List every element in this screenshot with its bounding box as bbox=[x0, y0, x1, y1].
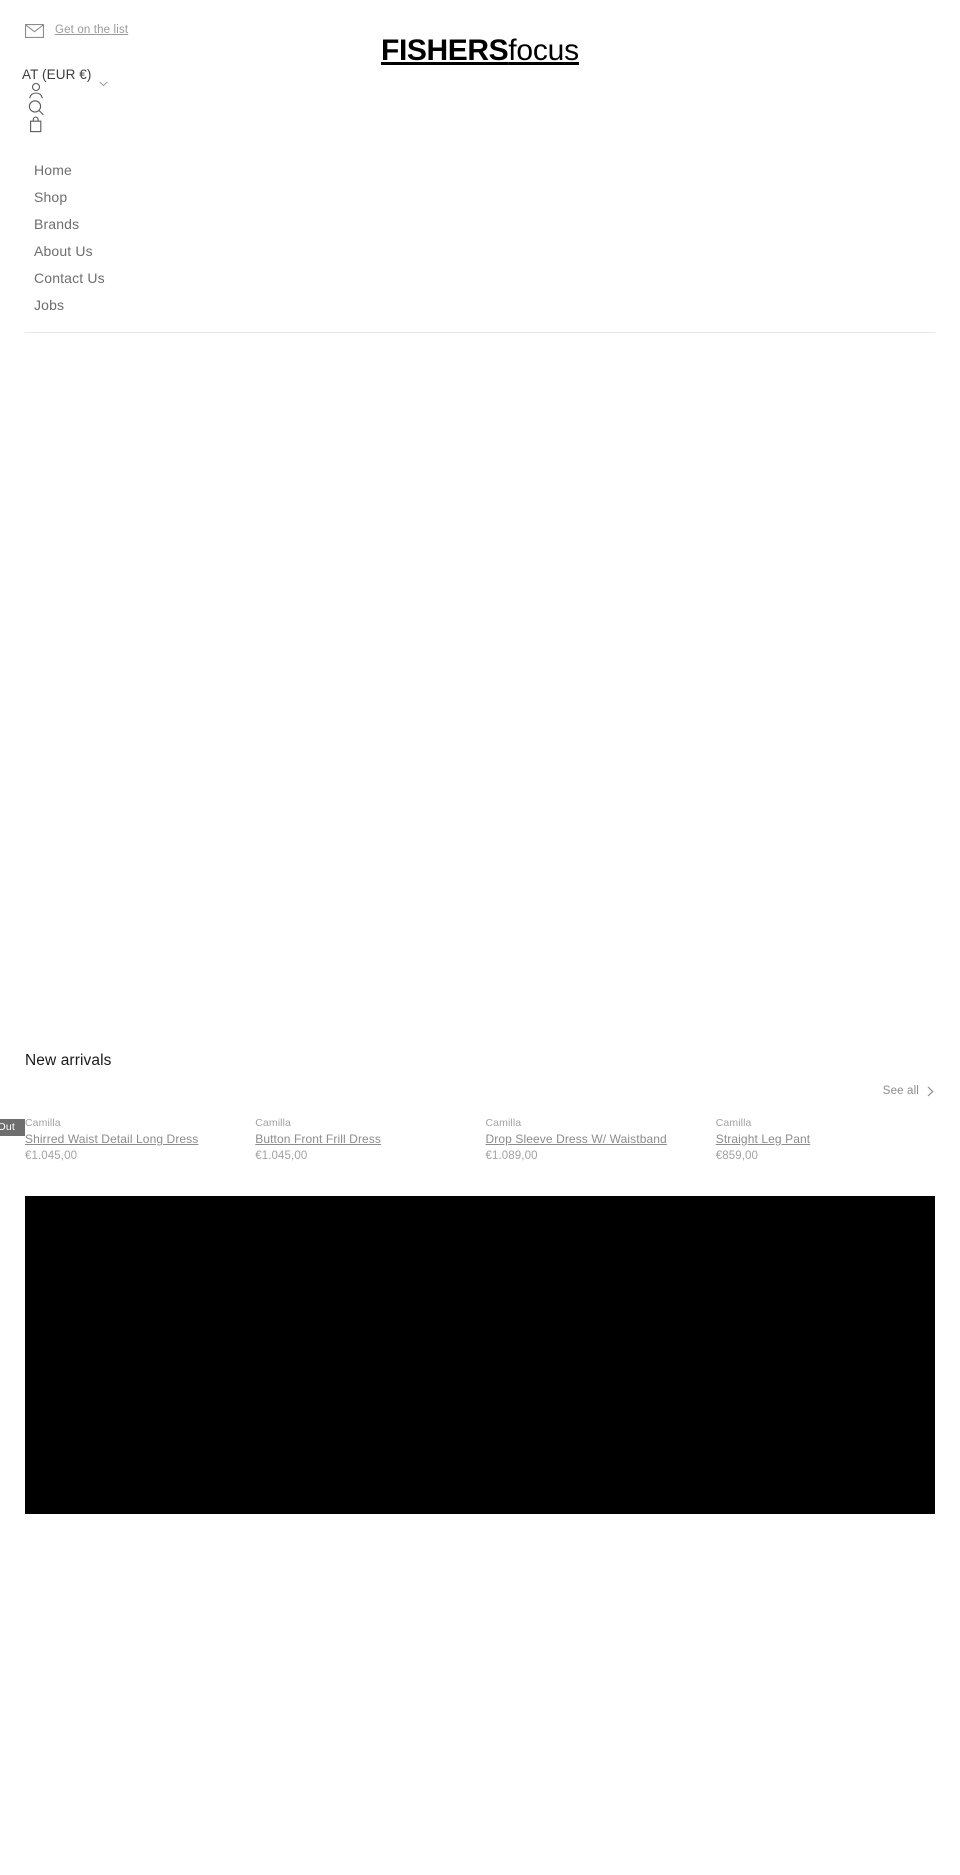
product-card[interactable]: Camilla Straight Leg Pant €859,00 bbox=[716, 1109, 935, 1164]
nav-link-brands[interactable]: Brands bbox=[25, 211, 935, 238]
see-all-label: See all bbox=[882, 1084, 919, 1097]
product-info: Camilla Button Front Frill Dress €1.045,… bbox=[255, 1109, 474, 1164]
new-arrivals-section: New arrivals See all Sold Out Camilla Sh… bbox=[0, 1048, 960, 1164]
nav-item-jobs[interactable]: Jobs bbox=[25, 292, 935, 319]
product-info: Camilla Straight Leg Pant €859,00 bbox=[716, 1109, 935, 1164]
product-title[interactable]: Straight Leg Pant bbox=[716, 1132, 810, 1146]
search-icon[interactable] bbox=[27, 99, 47, 116]
nav-list: Home Shop Brands About Us Contact Us Job… bbox=[25, 157, 935, 319]
video-banner[interactable] bbox=[25, 1196, 935, 1514]
nav-item-contact-us[interactable]: Contact Us bbox=[25, 265, 935, 292]
logo-bold-text: FISHERS bbox=[381, 34, 509, 67]
see-all-row: See all bbox=[25, 1084, 935, 1098]
bag-icon[interactable] bbox=[27, 116, 47, 133]
product-info: Camilla Drop Sleeve Dress W/ Waistband €… bbox=[486, 1109, 705, 1164]
product-card[interactable]: Sold Out Camilla Shirred Waist Detail Lo… bbox=[0, 1109, 244, 1164]
site-logo[interactable]: FISHERSfocus bbox=[0, 36, 960, 66]
product-price: €1.045,00 bbox=[255, 1150, 308, 1162]
product-price: €859,00 bbox=[715, 1150, 759, 1162]
nav-link-contact-us[interactable]: Contact Us bbox=[25, 265, 935, 292]
product-card[interactable]: Camilla Button Front Frill Dress €1.045,… bbox=[255, 1109, 474, 1164]
header-icon-rail bbox=[0, 82, 960, 133]
product-vendor: Camilla bbox=[25, 1117, 61, 1129]
product-card[interactable]: Camilla Drop Sleeve Dress W/ Waistband €… bbox=[486, 1109, 705, 1164]
product-grid: Sold Out Camilla Shirred Waist Detail Lo… bbox=[0, 1109, 935, 1164]
locale-label: AT (EUR €) bbox=[22, 66, 92, 82]
nav-item-brands[interactable]: Brands bbox=[25, 211, 935, 238]
product-vendor: Camilla bbox=[715, 1117, 752, 1129]
nav-item-home[interactable]: Home bbox=[25, 157, 935, 184]
nav-item-about-us[interactable]: About Us bbox=[25, 238, 935, 265]
nav-link-about-us[interactable]: About Us bbox=[25, 238, 935, 265]
chevron-down-icon bbox=[98, 74, 108, 87]
nav-link-home[interactable]: Home bbox=[25, 157, 935, 184]
user-icon[interactable] bbox=[27, 82, 47, 99]
product-title[interactable]: Shirred Waist Detail Long Dress bbox=[25, 1132, 198, 1146]
product-info: Camilla Shirred Waist Detail Long Dress … bbox=[25, 1109, 244, 1164]
logo-link[interactable]: FISHERSfocus bbox=[381, 36, 579, 66]
section-title: New arrivals bbox=[25, 1052, 112, 1069]
nav-link-shop[interactable]: Shop bbox=[25, 184, 935, 211]
product-vendor: Camilla bbox=[485, 1117, 522, 1129]
chevron-right-icon bbox=[927, 1086, 934, 1097]
hero-banner bbox=[0, 333, 960, 1048]
nav-item-shop[interactable]: Shop bbox=[25, 184, 935, 211]
product-vendor: Camilla bbox=[255, 1117, 291, 1129]
product-price: €1.089,00 bbox=[485, 1150, 538, 1162]
product-title[interactable]: Button Front Frill Dress bbox=[255, 1132, 381, 1146]
product-title[interactable]: Drop Sleeve Dress W/ Waistband bbox=[486, 1132, 667, 1146]
product-price: €1.045,00 bbox=[25, 1150, 78, 1162]
logo-light-text: focus bbox=[508, 34, 579, 67]
nav-link-jobs[interactable]: Jobs bbox=[25, 292, 935, 319]
see-all-link[interactable]: See all bbox=[882, 1084, 934, 1098]
locale-selector[interactable]: AT (EUR €) bbox=[0, 66, 960, 87]
main-navigation: Home Shop Brands About Us Contact Us Job… bbox=[0, 157, 960, 319]
